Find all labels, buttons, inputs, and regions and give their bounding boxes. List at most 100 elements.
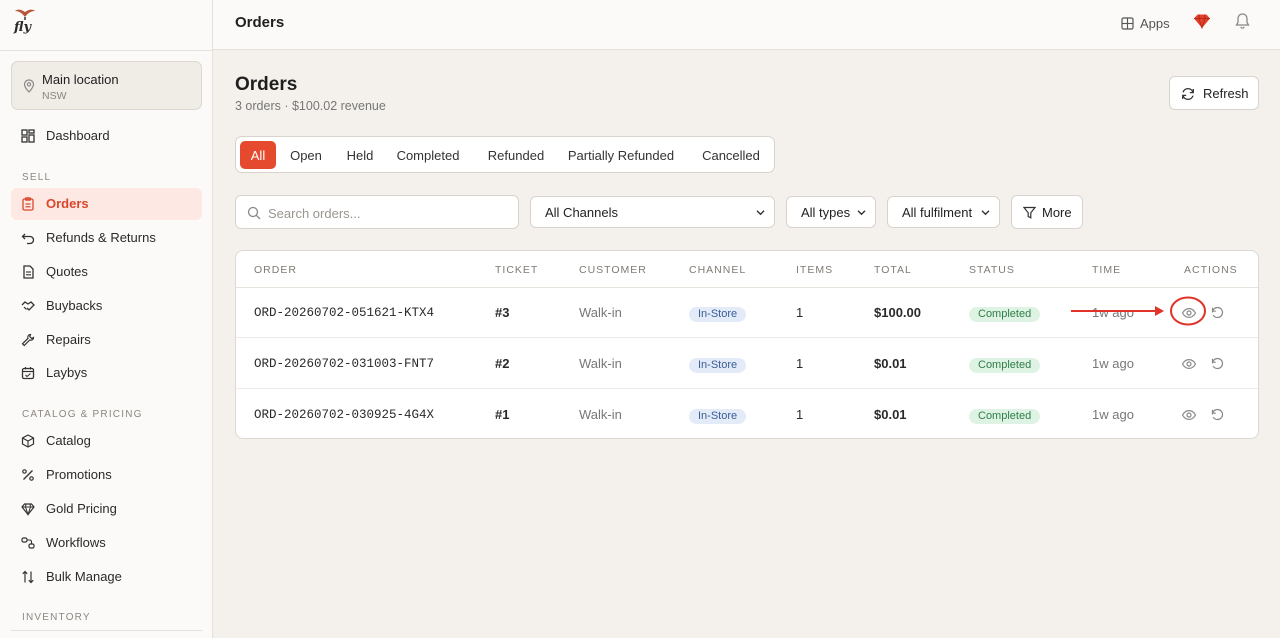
sidebar-item-orders[interactable]: Orders xyxy=(11,188,202,220)
column-header-actions: ACTIONS xyxy=(1184,264,1238,276)
eye-icon[interactable] xyxy=(1181,305,1197,321)
sidebar-item-catalog[interactable]: Catalog xyxy=(11,425,202,457)
order-number[interactable]: ORD-20260702-030925-4G4X xyxy=(254,408,434,422)
channel-select[interactable]: All Channels xyxy=(530,196,775,228)
sidebar-item-label: Refunds & Returns xyxy=(46,230,156,245)
sidebar-item-label: Dashboard xyxy=(46,128,110,143)
top-bar: Orders Apps xyxy=(213,0,1280,50)
sidebar-item-label: Buybacks xyxy=(46,298,103,313)
more-filters-button[interactable]: More xyxy=(1011,195,1083,229)
sidebar-item-label: Orders xyxy=(46,196,89,211)
sidebar-item-label: Promotions xyxy=(46,467,112,482)
refresh-icon xyxy=(1182,87,1194,101)
status-tabs: All Open Held Completed Refunded Partial… xyxy=(235,136,775,173)
channel-badge: In-Store xyxy=(689,307,747,322)
refresh-button[interactable]: Refresh xyxy=(1169,76,1259,110)
grid-icon xyxy=(21,129,35,143)
tab-refunded[interactable]: Refunded xyxy=(480,141,552,169)
location-name: Main location xyxy=(42,72,119,87)
apps-label: Apps xyxy=(1140,15,1170,31)
tab-held[interactable]: Held xyxy=(336,141,384,169)
column-header-ticket: TICKET xyxy=(495,264,539,276)
sidebar-item-label: Bulk Manage xyxy=(46,569,122,584)
customer-name: Walk-in xyxy=(579,305,622,320)
sidebar: fly Main location NSW Dashboard SELL Ord… xyxy=(0,0,213,638)
tab-completed[interactable]: Completed xyxy=(388,141,468,169)
chevron-down-icon xyxy=(981,210,990,216)
refund-icon[interactable] xyxy=(1210,356,1225,371)
sidebar-item-label: Gold Pricing xyxy=(46,501,117,516)
sidebar-item-repairs[interactable]: Repairs xyxy=(11,324,202,356)
order-number[interactable]: ORD-20260702-051621-KTX4 xyxy=(254,306,434,320)
sidebar-item-buybacks[interactable]: Buybacks xyxy=(11,290,202,322)
page-subtitle: 3 orders · $100.02 revenue xyxy=(235,99,386,113)
sidebar-item-bulk-manage[interactable]: Bulk Manage xyxy=(11,561,202,593)
sidebar-item-laybys[interactable]: Laybys xyxy=(11,357,202,389)
customer-name: Walk-in xyxy=(579,356,622,371)
document-icon xyxy=(23,265,34,279)
location-region: NSW xyxy=(42,90,67,102)
order-time: 1w ago xyxy=(1092,305,1134,320)
sidebar-item-promotions[interactable]: Promotions xyxy=(11,459,202,491)
column-header-customer: CUSTOMER xyxy=(579,264,647,276)
column-header-time: TIME xyxy=(1092,264,1122,276)
table-row[interactable]: ORD-20260702-030925-4G4X #1 Walk-in In-S… xyxy=(236,390,1258,438)
table-row[interactable]: ORD-20260702-051621-KTX4 #3 Walk-in In-S… xyxy=(236,288,1258,338)
gem-icon[interactable] xyxy=(1193,12,1211,30)
type-select[interactable]: All types xyxy=(786,196,876,228)
order-number[interactable]: ORD-20260702-031003-FNT7 xyxy=(254,357,434,371)
apps-button[interactable]: Apps xyxy=(1121,12,1170,34)
percent-icon xyxy=(22,469,34,481)
sidebar-item-dashboard[interactable]: Dashboard xyxy=(11,120,202,152)
order-time: 1w ago xyxy=(1092,356,1134,371)
apps-grid-icon xyxy=(1121,16,1134,30)
tab-open[interactable]: Open xyxy=(280,141,332,169)
chevron-down-icon xyxy=(857,210,866,216)
customer-name: Walk-in xyxy=(579,407,622,422)
refund-icon[interactable] xyxy=(1210,305,1225,320)
ticket-number: #2 xyxy=(495,356,510,371)
page-title: Orders xyxy=(235,74,298,95)
tab-partially-refunded[interactable]: Partially Refunded xyxy=(562,141,680,169)
column-header-items: ITEMS xyxy=(796,264,834,276)
more-label: More xyxy=(1042,205,1072,220)
tab-all[interactable]: All xyxy=(240,141,276,169)
diamond-icon xyxy=(21,503,35,516)
fulfilment-select[interactable]: All fulfilment xyxy=(887,196,1000,228)
order-total: $100.00 xyxy=(874,305,921,320)
eye-icon[interactable] xyxy=(1181,356,1197,372)
box-icon xyxy=(21,434,35,448)
section-label-sell: SELL xyxy=(22,172,52,183)
items-count: 1 xyxy=(796,356,804,371)
sidebar-item-label: Workflows xyxy=(46,535,106,550)
chevron-down-icon xyxy=(756,210,765,216)
tab-cancelled[interactable]: Cancelled xyxy=(692,141,770,169)
refund-icon[interactable] xyxy=(1210,407,1225,422)
search-input[interactable] xyxy=(268,203,508,223)
table-row[interactable]: ORD-20260702-031003-FNT7 #2 Walk-in In-S… xyxy=(236,339,1258,389)
order-total: $0.01 xyxy=(874,407,907,422)
ticket-number: #1 xyxy=(495,407,510,422)
sidebar-item-workflows[interactable]: Workflows xyxy=(11,527,202,559)
type-select-value: All types xyxy=(801,205,851,220)
sidebar-divider xyxy=(11,630,202,631)
sidebar-item-label: Quotes xyxy=(46,264,88,279)
brand-logo-text: fly xyxy=(14,20,32,35)
workflow-icon xyxy=(21,537,35,549)
items-count: 1 xyxy=(796,305,804,320)
items-count: 1 xyxy=(796,407,804,422)
undo-icon xyxy=(21,233,35,245)
handshake-icon xyxy=(21,301,35,311)
bell-icon[interactable] xyxy=(1234,12,1251,30)
channel-select-value: All Channels xyxy=(545,205,618,220)
section-label-catalog-pricing: CATALOG & PRICING xyxy=(22,409,143,420)
eye-icon[interactable] xyxy=(1181,407,1197,423)
status-badge: Completed xyxy=(969,358,1041,373)
sidebar-item-gold-pricing[interactable]: Gold Pricing xyxy=(11,493,202,525)
location-selector[interactable]: Main location NSW xyxy=(11,61,202,110)
column-header-total: TOTAL xyxy=(874,264,912,276)
row-divider xyxy=(236,388,1258,389)
calendar-icon xyxy=(21,367,35,380)
sidebar-item-refunds-returns[interactable]: Refunds & Returns xyxy=(11,222,202,254)
sidebar-item-quotes[interactable]: Quotes xyxy=(11,256,202,288)
